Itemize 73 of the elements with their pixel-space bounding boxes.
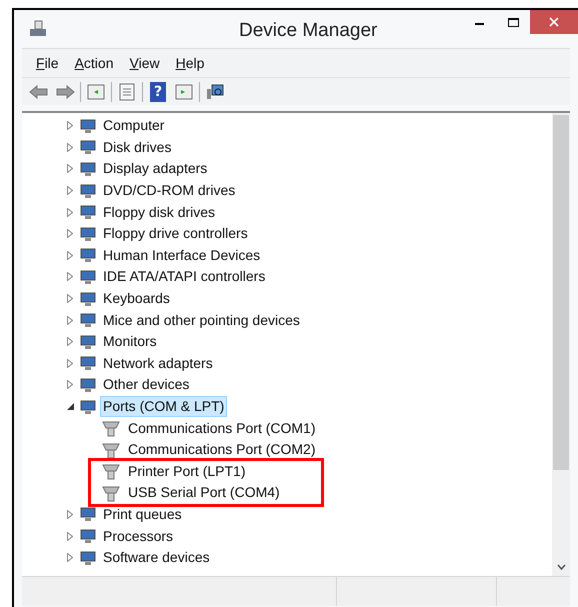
expand-arrow-icon[interactable] — [67, 164, 73, 174]
menu-item[interactable]: Action — [72, 52, 116, 74]
tree-item[interactable]: IDE ATA/ATAPI controllers — [100, 266, 268, 288]
tree-item[interactable]: Communications Port (COM1) — [126, 416, 318, 440]
device-icon — [79, 506, 97, 522]
device-icon — [79, 334, 97, 350]
expand-arrow-icon[interactable] — [67, 316, 73, 325]
tree-item[interactable]: USB Serial Port (COM4) — [126, 481, 282, 504]
expand-arrow-icon[interactable] — [67, 142, 73, 152]
device-icon — [79, 204, 97, 220]
tree-item[interactable]: Floppy disk drives — [100, 202, 218, 223]
expand-arrow-icon[interactable] — [67, 229, 73, 238]
tree-item[interactable]: Computer — [100, 115, 168, 136]
device-icon — [79, 182, 97, 199]
window-title: Device Manager — [239, 19, 378, 43]
tree-item[interactable]: Software devices — [100, 547, 213, 568]
close-icon — [549, 17, 559, 27]
tree-item[interactable]: Display adapters — [100, 158, 210, 180]
tree-item[interactable]: Floppy drive controllers — [100, 223, 251, 244]
scrollbar-thumb[interactable] — [553, 115, 569, 470]
connector-icon — [102, 440, 120, 459]
action-pane-icon[interactable] — [173, 82, 195, 102]
tree-item[interactable]: Monitors — [100, 331, 160, 352]
expand-arrow-icon[interactable] — [67, 380, 73, 390]
menu-item[interactable]: Help — [174, 52, 206, 74]
expand-arrow-icon[interactable] — [67, 250, 73, 260]
expand-arrow-icon[interactable] — [67, 358, 73, 368]
connector-icon — [102, 484, 120, 502]
help-button[interactable]: ? — [150, 82, 166, 102]
connector-icon — [102, 419, 120, 438]
tree-item[interactable]: Other devices — [100, 374, 192, 396]
device-icon — [79, 355, 97, 372]
close-button[interactable] — [530, 10, 578, 34]
device-icon — [79, 398, 97, 415]
expand-arrow-icon[interactable] — [67, 208, 73, 217]
menu-item[interactable]: View — [128, 52, 162, 74]
device-icon — [79, 528, 97, 544]
expand-arrow-icon[interactable] — [67, 337, 73, 346]
tree-pane-icon[interactable] — [85, 82, 107, 102]
tree-item[interactable]: Human Interface Devices — [100, 244, 264, 266]
device-icon — [79, 139, 97, 156]
tree-item[interactable]: Keyboards — [100, 288, 173, 310]
connector-icon — [102, 462, 120, 480]
tree-item[interactable]: DVD/CD-ROM drives — [100, 180, 238, 202]
computer-icon — [28, 19, 48, 39]
device-icon — [79, 312, 97, 328]
device-icon — [79, 247, 97, 264]
device-icon — [79, 118, 97, 134]
expand-arrow-icon[interactable] — [67, 553, 73, 562]
tree-item[interactable]: Mice and other pointing devices — [100, 310, 303, 331]
tree-item[interactable]: Network adapters — [100, 352, 216, 374]
expand-arrow-icon[interactable] — [67, 186, 73, 196]
collapse-arrow-icon[interactable] — [66, 403, 74, 410]
device-icon — [79, 550, 97, 566]
scrollbar[interactable] — [552, 113, 570, 576]
tree-item[interactable]: Ports (COM & LPT) — [100, 396, 228, 418]
expand-arrow-icon[interactable] — [67, 532, 73, 541]
tree-item[interactable]: Disk drives — [100, 136, 174, 158]
expand-arrow-icon[interactable] — [67, 121, 73, 130]
expand-arrow-icon[interactable] — [67, 272, 73, 282]
menu-item[interactable]: File — [34, 52, 61, 74]
tree-item[interactable]: Communications Port (COM2) — [126, 438, 318, 462]
device-icon — [79, 160, 97, 177]
tree-item[interactable]: Printer Port (LPT1) — [126, 460, 248, 483]
device-icon — [79, 268, 97, 285]
tree-item[interactable]: Print queues — [100, 504, 185, 525]
scan-hardware-icon[interactable] — [204, 82, 226, 102]
expand-arrow-icon[interactable] — [67, 510, 73, 519]
device-icon — [79, 290, 97, 307]
device-icon — [79, 376, 97, 393]
device-icon — [79, 226, 97, 242]
expand-arrow-icon[interactable] — [67, 294, 73, 304]
tree-item[interactable]: Processors — [100, 526, 176, 547]
